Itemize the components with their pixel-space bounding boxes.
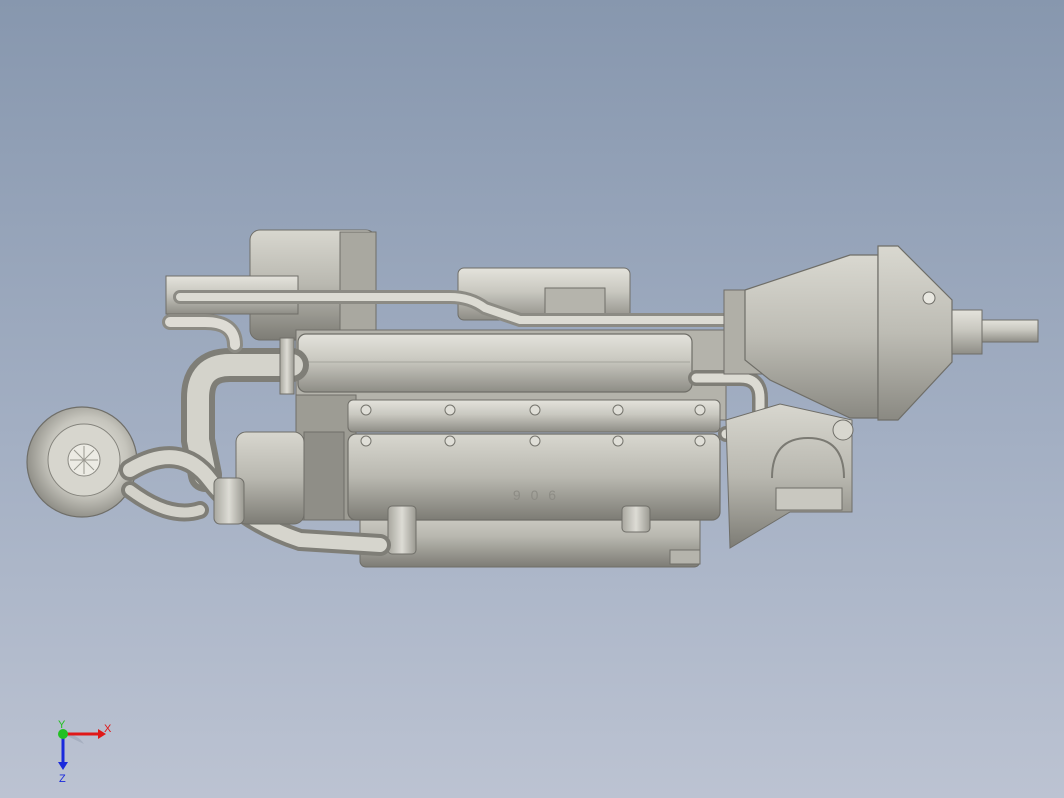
intake-manifold <box>297 333 693 393</box>
z-axis-label: Z <box>59 773 66 785</box>
3d-viewport[interactable]: 9 0 6 X Y Z <box>0 0 1064 798</box>
y-axis-label: Y <box>58 719 66 731</box>
engine-model[interactable]: 9 0 6 <box>0 0 1064 798</box>
output-shaft <box>981 319 1039 343</box>
alternator <box>213 431 345 525</box>
x-axis-label: X <box>104 723 112 735</box>
orientation-triad[interactable]: X Y Z <box>44 716 124 786</box>
cylinder-head <box>347 399 721 433</box>
casting-marking: 9 0 6 <box>513 487 559 503</box>
z-axis-arrowhead <box>58 762 68 770</box>
